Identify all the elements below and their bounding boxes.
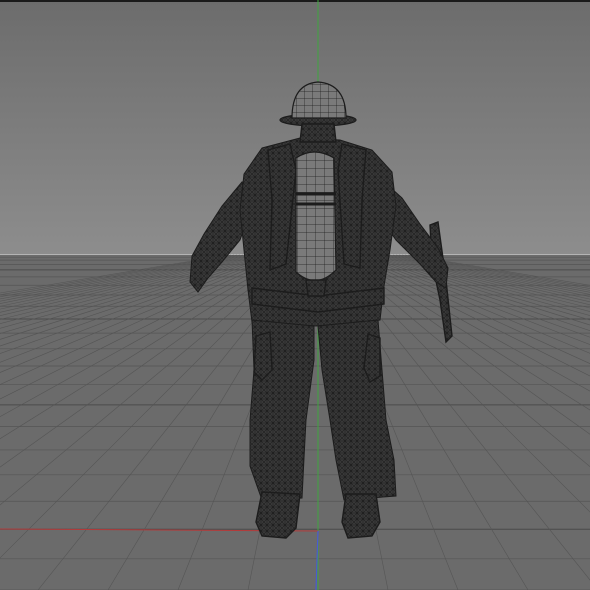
left-boot xyxy=(255,491,301,539)
neck xyxy=(299,123,337,143)
viewport-top-border xyxy=(0,0,590,2)
left-cargo-pocket xyxy=(253,331,273,381)
viewport-scene[interactable] xyxy=(0,0,590,590)
3d-viewport[interactable] xyxy=(0,0,590,590)
air-tank-valve xyxy=(305,279,327,297)
air-tank xyxy=(295,151,337,282)
right-boot xyxy=(341,493,381,539)
